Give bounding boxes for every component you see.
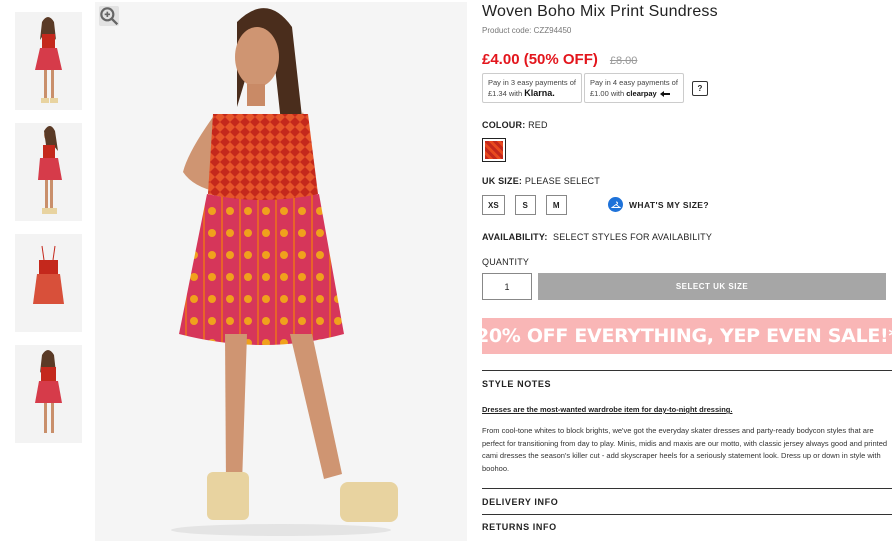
original-price: £8.00 (609, 55, 638, 67)
availability-value: SELECT STYLES FOR AVAILABILITY (553, 232, 713, 242)
whats-my-size-link[interactable]: WHAT'S MY SIZE? (608, 197, 709, 212)
product-title: Woven Boho Mix Print Sundress (482, 3, 718, 20)
swatch-pattern (485, 141, 503, 159)
availability-label: AVAILABILITY: (482, 232, 548, 242)
promo-banner[interactable]: 20% OFF EVERYTHING, YEP EVEN SALE!* (476, 318, 892, 354)
availability: AVAILABILITY: SELECT STYLES FOR AVAILABI… (482, 232, 712, 242)
clearpay-text-line1: Pay in 4 easy payments of (589, 78, 678, 87)
delivery-info-toggle[interactable]: DELIVERY INFO (482, 497, 558, 507)
size-value: PLEASE SELECT (524, 176, 600, 186)
hanger-icon (608, 197, 623, 212)
thumbnail-list (15, 12, 82, 456)
colour-label-key: COLOUR: (482, 120, 526, 130)
size-option-m[interactable]: M (545, 195, 567, 215)
price-row: £4.00 (50% OFF) £8.00 (482, 51, 637, 68)
klarna-text-line1: Pay in 3 easy payments of (488, 78, 576, 87)
klarna-box[interactable]: Pay in 3 easy payments of £1.34 with Kla… (482, 73, 582, 103)
clearpay-box[interactable]: Pay in 4 easy payments of £1.00 with cle… (583, 73, 684, 103)
style-notes-body: From cool-tone whites to block brights, … (482, 426, 888, 473)
clearpay-text-line2: £1.00 with (589, 89, 625, 98)
whats-my-size-text: WHAT'S MY SIZE? (629, 199, 709, 210)
style-notes-title[interactable]: STYLE NOTES (482, 379, 551, 389)
product-details: Woven Boho Mix Print Sundress Product co… (476, 0, 892, 541)
sale-price: £4.00 (50% OFF) (482, 51, 598, 68)
divider (482, 370, 892, 371)
returns-info-toggle[interactable]: RETURNS INFO (482, 522, 557, 532)
zoom-icon (100, 7, 119, 26)
colour-value: RED (528, 120, 548, 130)
size-option-xs[interactable]: XS (482, 195, 505, 215)
size-label: UK SIZE: PLEASE SELECT (482, 176, 600, 186)
thumbnail-flatlay[interactable] (15, 234, 82, 332)
thumbnail-front[interactable] (15, 12, 82, 110)
style-notes-link[interactable]: Dresses are the most-wanted wardrobe ite… (482, 405, 732, 414)
thumbnail-back[interactable] (15, 345, 82, 443)
size-option-s[interactable]: S (514, 195, 536, 215)
quantity-input[interactable]: 1 (482, 273, 532, 300)
model-photo (95, 2, 467, 541)
product-main-image[interactable] (95, 2, 467, 541)
product-code: Product code: CZZ94450 (482, 26, 572, 35)
clearpay-logo: clearpay (626, 89, 657, 98)
clearpay-arrow-icon (659, 91, 670, 98)
klarna-text-line2: £1.34 with (488, 89, 523, 98)
payment-options: Pay in 3 easy payments of £1.34 with Kla… (482, 73, 708, 103)
size-label-key: UK SIZE: (482, 176, 523, 186)
size-options: XS S M (482, 195, 567, 215)
klarna-logo: Klarna. (524, 88, 555, 98)
colour-label: COLOUR: RED (482, 120, 548, 130)
zoom-button[interactable] (99, 6, 119, 26)
quantity-label: QUANTITY (482, 257, 530, 267)
divider (482, 514, 892, 515)
thumbnail-side[interactable] (15, 123, 82, 221)
colour-swatch-red[interactable] (482, 138, 506, 162)
payment-help-button[interactable]: ? (691, 80, 708, 96)
select-size-button[interactable]: SELECT UK SIZE (538, 273, 886, 300)
divider (482, 488, 892, 489)
